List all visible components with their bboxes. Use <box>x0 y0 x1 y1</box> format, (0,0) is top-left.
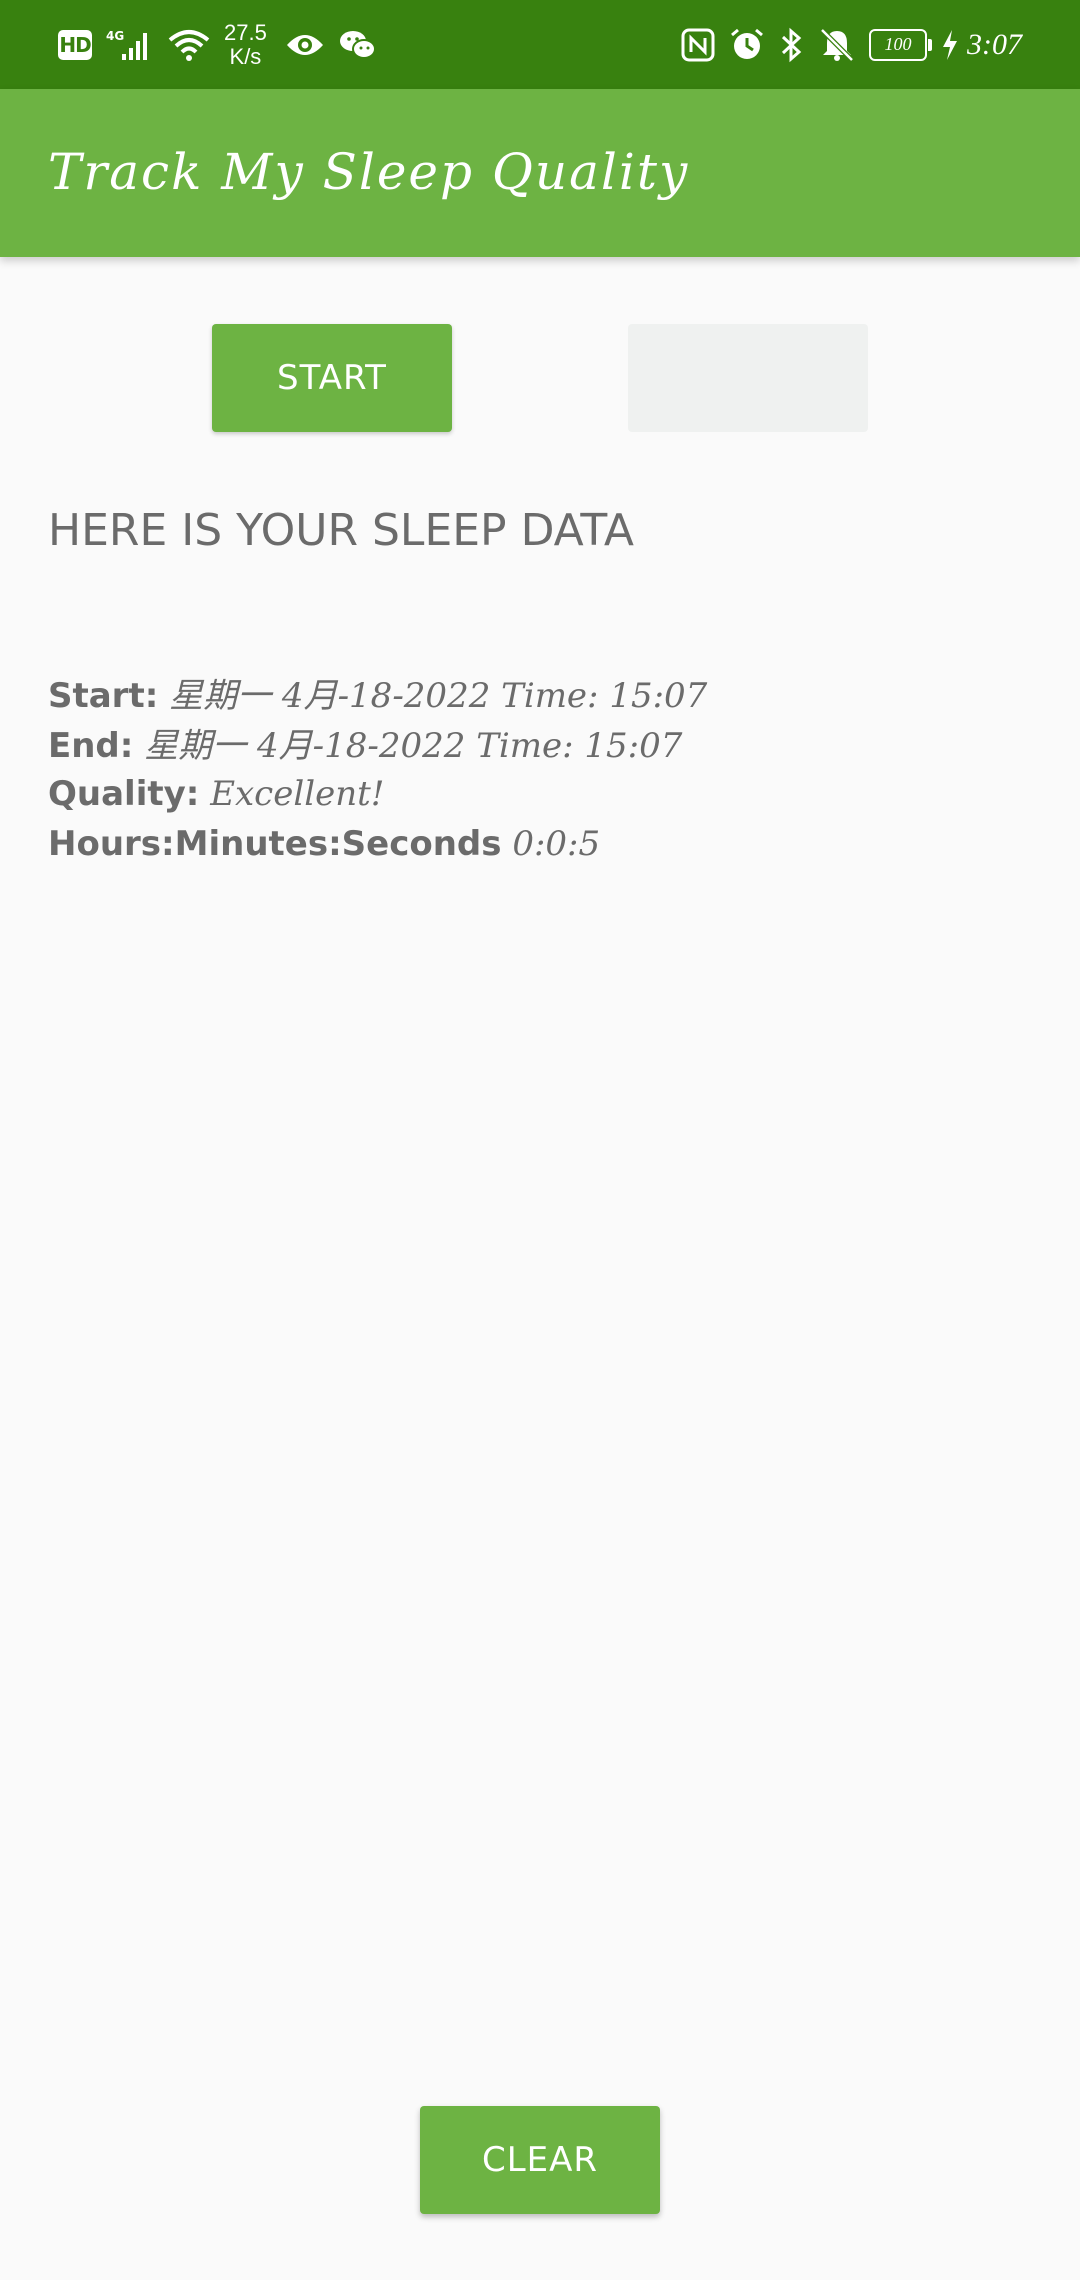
hd-icon: HD <box>58 29 92 60</box>
end-label: End: <box>48 726 134 766</box>
status-bar-right: 100 3:07 <box>667 0 1022 89</box>
charging-icon <box>941 29 959 61</box>
start-value: 星期一 4月-18-2022 Time: 15:07 <box>169 676 708 716</box>
end-time-row: End: 星期一 4月-18-2022 Time: 15:07 <box>48 718 682 767</box>
start-button[interactable]: START <box>212 324 452 432</box>
start-label: Start: <box>48 676 159 716</box>
quality-label: Quality: <box>48 774 200 814</box>
eye-icon <box>285 31 325 59</box>
duration-row: Hours:Minutes:Seconds 0:0:5 <box>48 824 600 864</box>
wechat-icon <box>339 29 377 61</box>
status-bar-left: HD 4G 27.5 K/s <box>58 0 391 89</box>
bluetooth-icon <box>779 27 805 63</box>
end-value: 星期一 4月-18-2022 Time: 15:07 <box>144 726 683 766</box>
net-speed-value: 27.5 <box>224 19 267 45</box>
quality-value: Excellent! <box>210 774 385 814</box>
wifi-icon <box>168 28 210 62</box>
app-title: Track My Sleep Quality <box>48 143 690 201</box>
net-speed-unit: K/s <box>229 43 262 69</box>
battery-icon: 100 <box>869 28 932 61</box>
network-type-label: 4G <box>106 29 124 43</box>
app-screen: HD 4G 27.5 K/s 100 3:07 Track My Sleep Q… <box>0 0 1080 2280</box>
stop-button[interactable] <box>628 324 868 432</box>
signal-icon: 4G <box>106 28 154 62</box>
bell-off-icon <box>819 27 855 63</box>
status-bar: HD 4G 27.5 K/s 100 3:07 <box>0 0 1080 89</box>
duration-value: 0:0:5 <box>512 824 601 864</box>
quality-row: Quality: Excellent! <box>48 774 384 814</box>
sleep-data-heading: HERE IS YOUR SLEEP DATA <box>48 505 634 556</box>
alarm-icon <box>729 27 765 63</box>
app-bar: Track My Sleep Quality <box>0 89 1080 257</box>
status-clock: 3:07 <box>967 27 1022 61</box>
start-time-row: Start: 星期一 4月-18-2022 Time: 15:07 <box>48 668 707 717</box>
clear-button[interactable]: CLEAR <box>420 2106 660 2214</box>
nfc-icon <box>681 28 715 62</box>
network-speed: 27.5 K/s <box>224 19 267 69</box>
duration-label: Hours:Minutes:Seconds <box>48 824 502 864</box>
